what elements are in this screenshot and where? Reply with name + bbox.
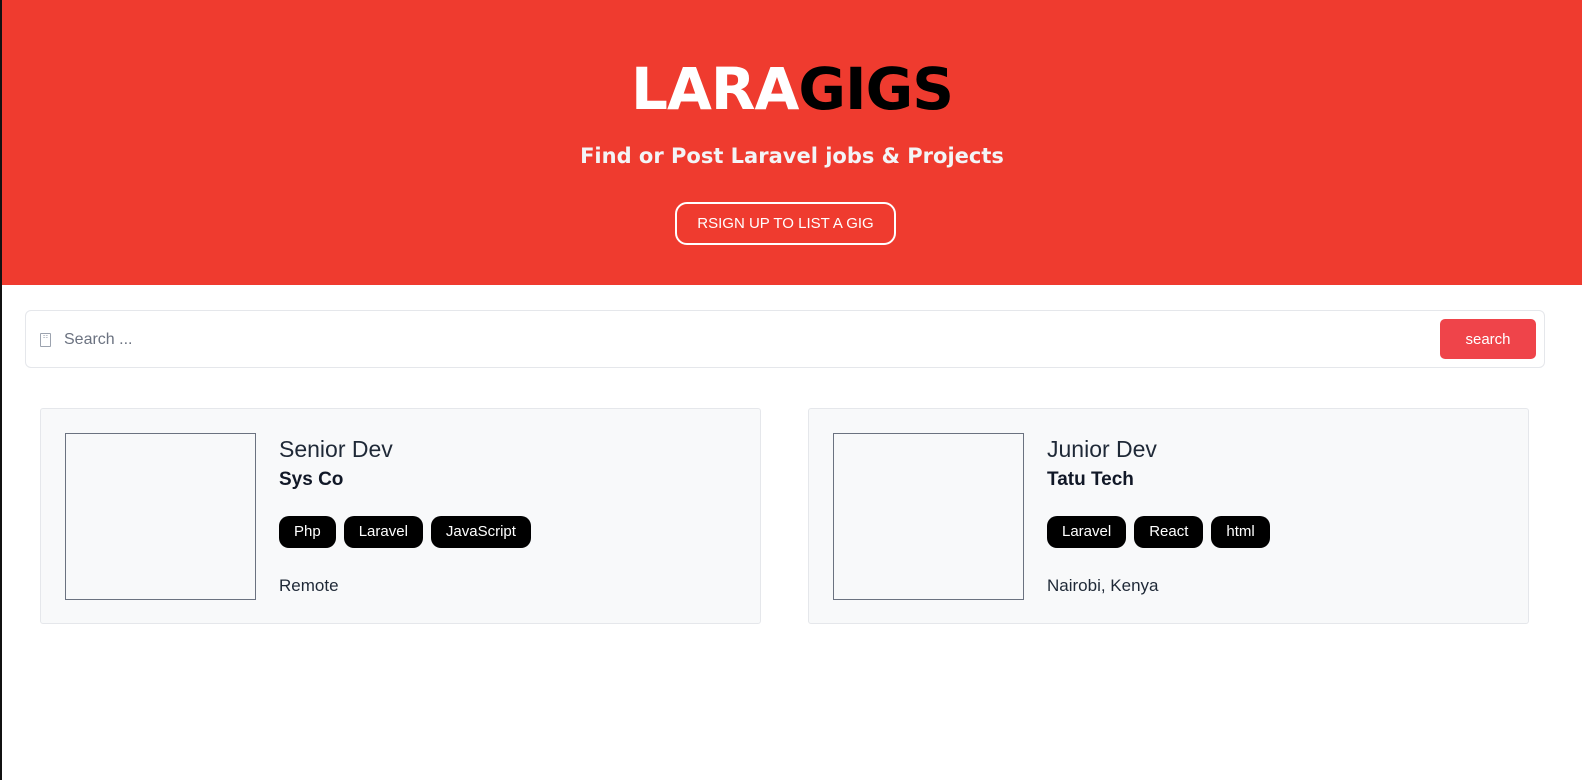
search-form: ☷ search: [25, 310, 1545, 368]
search-input[interactable]: [64, 324, 1424, 356]
gig-company: Sys Co: [279, 469, 344, 490]
tag-laravel[interactable]: Laravel: [343, 516, 423, 548]
hero-banner: LARAGIGS Find or Post Laravel jobs & Pro…: [2, 0, 1582, 285]
tag-laravel[interactable]: Laravel: [1047, 516, 1127, 548]
gig-tags: Laravel React html: [1047, 516, 1270, 548]
sign-up-button[interactable]: RSIGN UP TO LIST A GIG: [675, 202, 896, 245]
company-logo-image[interactable]: [65, 433, 256, 600]
tag-html[interactable]: html: [1211, 516, 1270, 548]
logo-text-lara: LARA: [631, 55, 799, 123]
company-logo-image[interactable]: [833, 433, 1024, 600]
site-logo[interactable]: LARAGIGS: [2, 50, 1582, 128]
search-icon: ☷: [40, 333, 51, 347]
gig-tags: Php Laravel JavaScript: [279, 516, 531, 548]
gig-title-link[interactable]: Junior Dev: [1047, 436, 1157, 463]
tag-javascript[interactable]: JavaScript: [430, 516, 531, 548]
gig-card: Junior Dev Tatu Tech Laravel React html …: [808, 408, 1529, 624]
logo-text-gigs: GIGS: [798, 55, 954, 123]
search-button[interactable]: search: [1440, 319, 1536, 359]
gig-location: Remote: [279, 576, 339, 595]
tag-react[interactable]: React: [1134, 516, 1204, 548]
gig-title-link[interactable]: Senior Dev: [279, 436, 393, 463]
gig-card: Senior Dev Sys Co Php Laravel JavaScript…: [40, 408, 761, 624]
gig-location: Nairobi, Kenya: [1047, 576, 1159, 595]
gig-company: Tatu Tech: [1047, 469, 1134, 490]
hero-tagline: Find or Post Laravel jobs & Projects: [580, 144, 1004, 168]
tag-php[interactable]: Php: [279, 516, 336, 548]
